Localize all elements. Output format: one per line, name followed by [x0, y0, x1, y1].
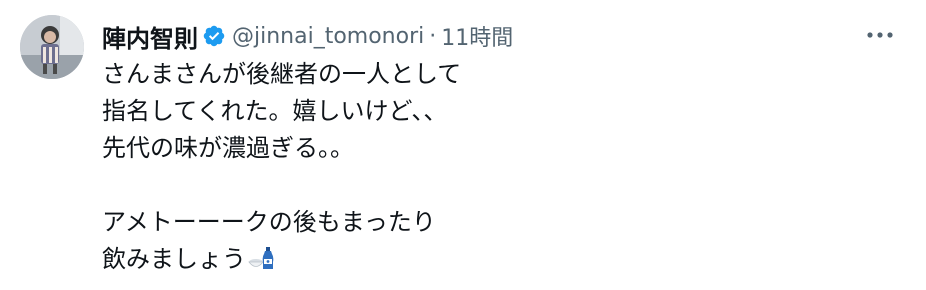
- separator-dot: ·: [429, 23, 437, 49]
- tweet-text-line: アメトーーークの後もまったり: [102, 208, 436, 236]
- avatar[interactable]: [20, 15, 84, 79]
- display-name[interactable]: 陣内智則: [102, 19, 198, 54]
- tweet-text-line: 飲みましょう: [102, 245, 246, 273]
- sake-icon: [248, 245, 274, 282]
- post-time[interactable]: 11時間: [441, 20, 513, 52]
- tweet-text-line: 先代の味が濃過ぎる。。: [102, 134, 354, 162]
- tweet-header: 陣内智則 @jinnai_tomonori · 11時間: [102, 16, 513, 56]
- author-handle[interactable]: @jinnai_tomonori: [232, 24, 424, 49]
- more-options-icon[interactable]: [862, 20, 898, 50]
- tweet-text-line: [102, 167, 902, 204]
- verified-badge-icon[interactable]: [202, 24, 226, 48]
- tweet[interactable]: 陣内智則 @jinnai_tomonori · 11時間 さんまさんが後継者の一…: [0, 0, 926, 290]
- tweet-text: さんまさんが後継者の一人として 指名してくれた。嬉しいけど、、 先代の味が濃過ぎ…: [102, 56, 902, 278]
- tweet-text-line: 指名してくれた。嬉しいけど、、: [102, 97, 448, 125]
- avatar-photo-icon: [20, 15, 84, 79]
- tweet-text-last-line: 飲みましょう: [102, 241, 902, 278]
- tweet-text-line: さんまさんが後継者の一人として: [102, 60, 462, 88]
